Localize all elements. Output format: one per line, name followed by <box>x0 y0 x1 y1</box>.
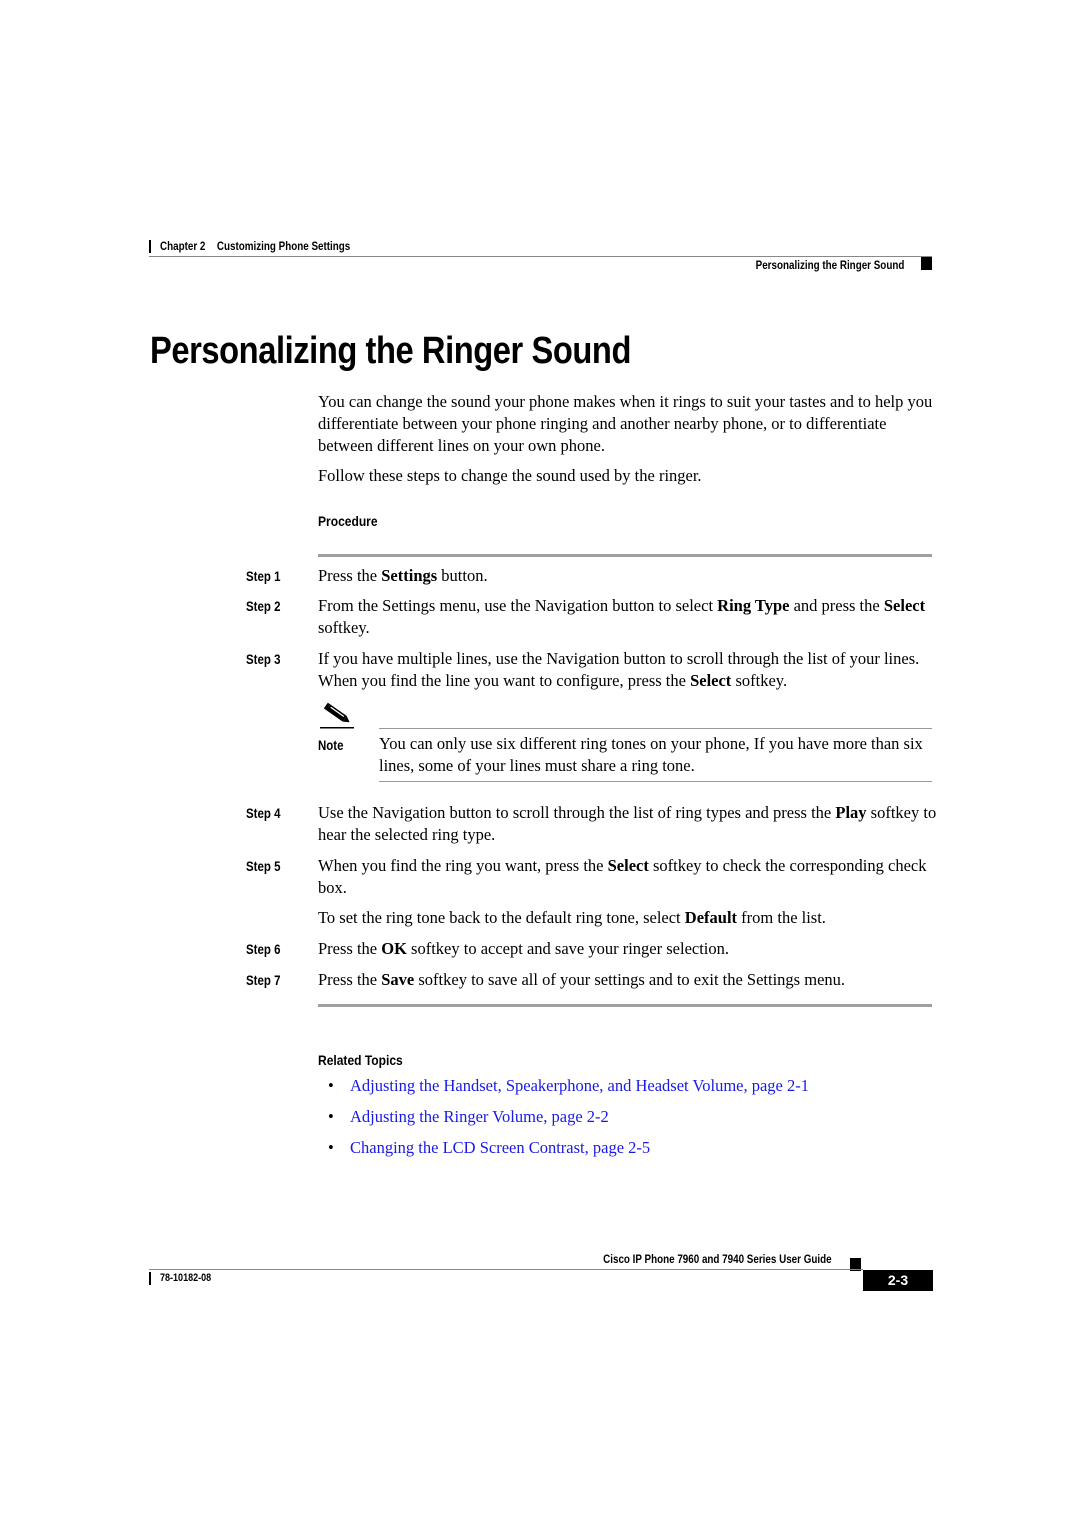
step-label: Step 2 <box>246 598 281 614</box>
footer-doc-number: 78-10182-08 <box>160 1272 212 1284</box>
note-bottom-rule <box>379 781 932 782</box>
related-topic-item: • Changing the LCD Screen Contrast, page … <box>328 1138 650 1158</box>
running-header-chapter: Chapter 2 Customizing Phone Settings <box>160 239 350 253</box>
footer-rule <box>149 1269 863 1270</box>
chapter-label: Chapter 2 <box>160 239 206 253</box>
bullet: • <box>328 1138 334 1157</box>
step-text: Use the Navigation button to scroll thro… <box>318 803 937 844</box>
header-marker <box>921 257 932 270</box>
step-text: From the Settings menu, use the Navigati… <box>318 596 926 637</box>
note-text: You can only use six different ring tone… <box>379 734 923 775</box>
related-topic-item: • Adjusting the Ringer Volume, page 2-2 <box>328 1107 609 1127</box>
header-left-bar <box>149 240 151 253</box>
step-text: Press the Save softkey to save all of yo… <box>318 970 846 989</box>
step-label: Step 4 <box>246 805 281 821</box>
note-label: Note <box>318 737 344 753</box>
procedure-bottom-rule <box>318 1004 932 1007</box>
procedure-heading: Procedure <box>318 513 378 529</box>
step-label: Step 1 <box>246 568 281 584</box>
related-topic-link[interactable]: Adjusting the Handset, Speakerphone, and… <box>350 1076 809 1095</box>
page-title: Personalizing the Ringer Sound <box>150 330 631 372</box>
related-topic-link[interactable]: Changing the LCD Screen Contrast, page 2… <box>350 1138 650 1157</box>
step-text: Press the Settings button. <box>318 566 488 585</box>
header-rule <box>149 256 932 257</box>
step-text: If you have multiple lines, use the Navi… <box>318 649 920 690</box>
chapter-title: Customizing Phone Settings <box>216 239 351 253</box>
footer-guide-title: Cisco IP Phone 7960 and 7940 Series User… <box>603 1252 832 1266</box>
note-top-rule <box>379 728 932 729</box>
related-topic-link[interactable]: Adjusting the Ringer Volume, page 2-2 <box>350 1107 609 1126</box>
step-text: When you find the ring you want, press t… <box>318 856 927 897</box>
pencil-note-icon <box>320 702 354 729</box>
bullet: • <box>328 1107 334 1126</box>
procedure-top-rule <box>318 554 932 557</box>
step-label: Step 3 <box>246 651 281 667</box>
bullet: • <box>328 1076 334 1095</box>
intro-instruction: Follow these steps to change the sound u… <box>318 466 702 485</box>
step-label: Step 5 <box>246 858 281 874</box>
footer-left-bar <box>149 1272 151 1285</box>
running-header-section: Personalizing the Ringer Sound <box>755 258 904 272</box>
step-label: Step 6 <box>246 941 281 957</box>
intro-paragraph: You can change the sound your phone make… <box>318 392 933 455</box>
step-label: Step 7 <box>246 972 281 988</box>
step-text: Press the OK softkey to accept and save … <box>318 939 730 958</box>
page-number: 2-3 <box>863 1270 933 1291</box>
related-topics-heading: Related Topics <box>318 1052 403 1068</box>
related-topic-item: • Adjusting the Handset, Speakerphone, an… <box>328 1076 809 1096</box>
step-subnote: To set the ring tone back to the default… <box>318 908 826 927</box>
